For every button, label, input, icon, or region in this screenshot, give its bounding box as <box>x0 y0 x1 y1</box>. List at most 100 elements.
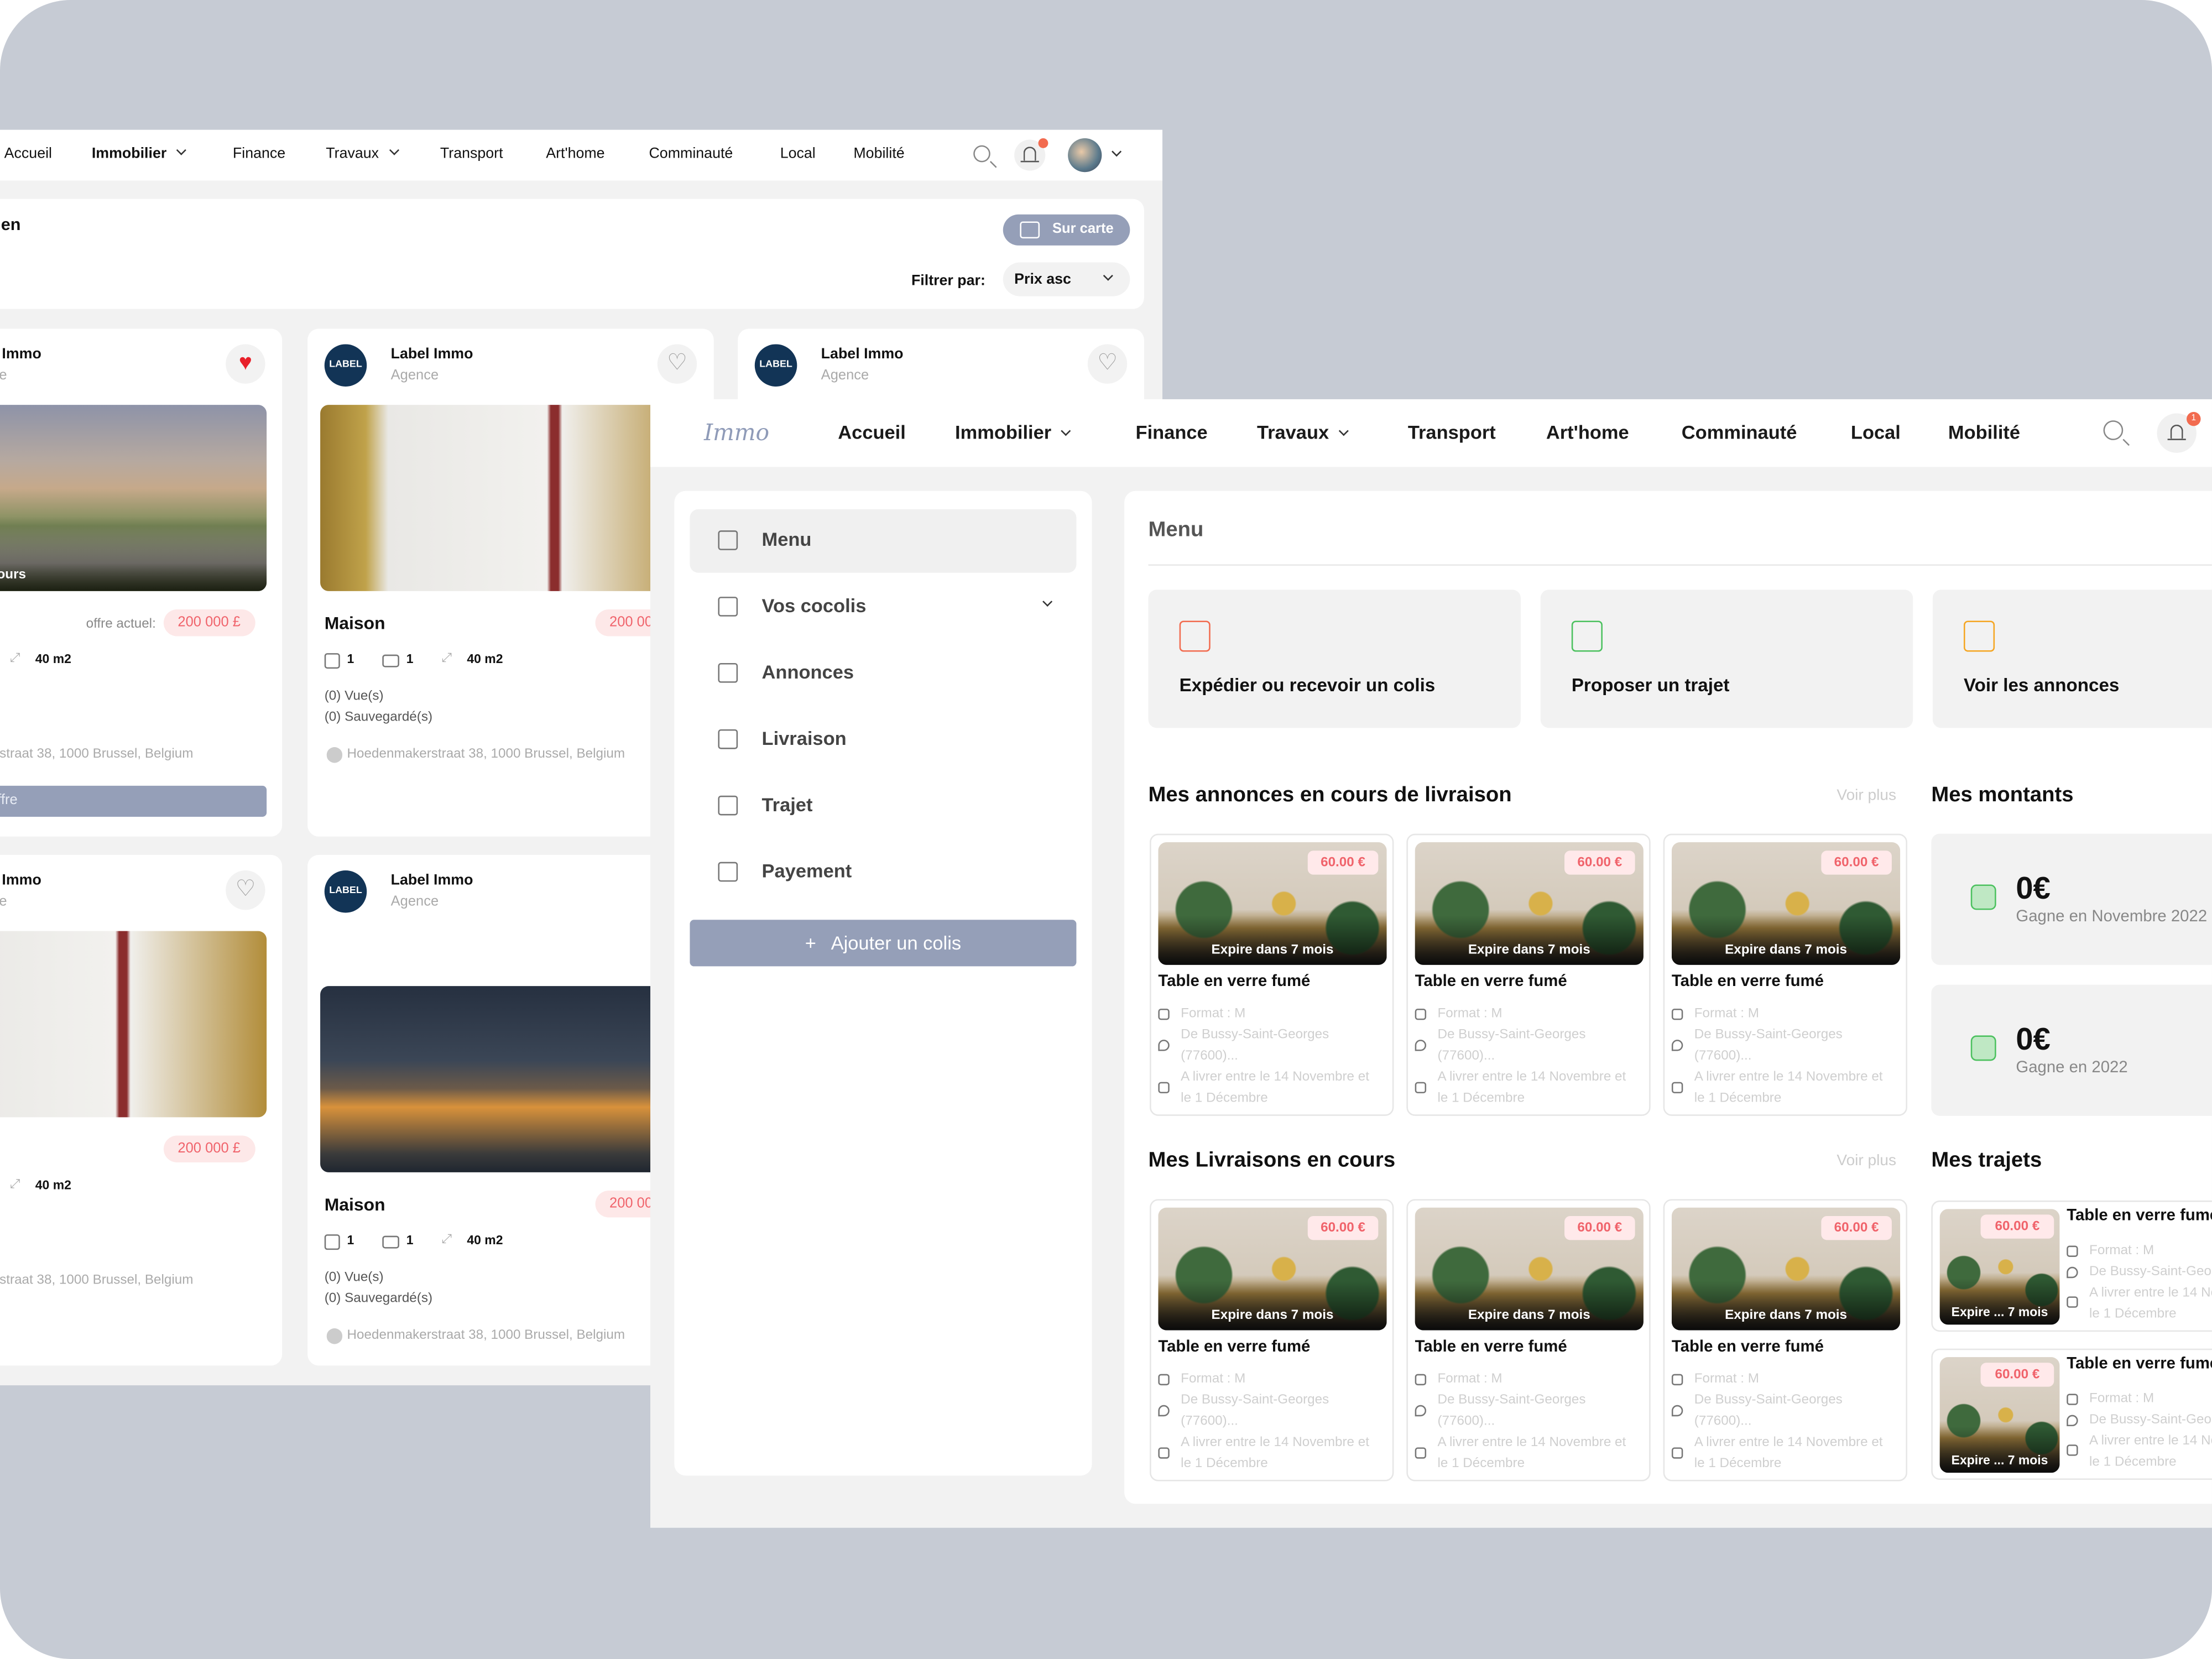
delivery-card[interactable]: 60.00 € Expire dans 7 mois Table en verre … <box>1406 833 1651 1116</box>
calendar-icon <box>1671 1447 1683 1459</box>
location-pin-icon <box>1415 1040 1427 1051</box>
expiry-label: Expire ... 7 mois <box>1951 1453 2048 1468</box>
nav-item-mobilit[interactable]: Mobilité <box>853 145 904 163</box>
trip-card[interactable]: 60.00 € Expire ... 7 mois Table en verre f… <box>1931 1200 2212 1332</box>
make-offer-button[interactable]: Faire une offre <box>0 785 267 817</box>
back-page-title: bien <box>0 214 21 234</box>
delivery-card[interactable]: 60.00 € Expire dans 7 mois Table en verre … <box>1150 1199 1394 1481</box>
add-parcel-button[interactable]: + Ajouter un colis <box>690 920 1077 967</box>
nav-item-accueil[interactable]: Accueil <box>838 422 906 443</box>
nav-item-comminaut[interactable]: Comminauté <box>1682 422 1797 443</box>
see-more-deliveries-link[interactable]: Voir plus <box>1837 1152 1896 1170</box>
delivery-card[interactable]: 60.00 € Expire dans 7 mois Table en verre … <box>1406 1199 1651 1481</box>
item-photo: 60.00 € Expire dans 7 mois <box>1671 842 1901 965</box>
nav-item-finance[interactable]: Finance <box>1136 422 1208 443</box>
sidebar-item-livraison[interactable]: Livraison <box>690 708 1076 772</box>
nav-item-comminaut[interactable]: Comminauté <box>649 145 733 163</box>
search-icon[interactable] <box>973 145 990 163</box>
nav-item-finance[interactable]: Finance <box>233 145 285 163</box>
sidebar-item-annonces[interactable]: Annonces <box>690 642 1076 706</box>
price-tag: 60.00 € <box>1821 1215 1892 1240</box>
route-icon <box>1571 620 1603 652</box>
sidebar-item-label: Livraison <box>761 728 847 749</box>
delivery-card[interactable]: 60.00 € Expire dans 7 mois Table en verre … <box>1663 833 1907 1116</box>
nav-item-accueil[interactable]: Accueil <box>4 145 52 163</box>
sidebar-item-voscocolis[interactable]: Vos cocolis <box>690 576 1076 639</box>
listing-card[interactable]: LABELLabel ImmoAgence♡200 000 £⤢40 m2(0)… <box>0 854 283 1366</box>
nav-item-arthome[interactable]: Art'home <box>1546 422 1629 443</box>
expiry-label: Expire dans 7 mois <box>1468 942 1590 958</box>
sidebar-item-trajet[interactable]: Trajet <box>690 774 1076 838</box>
front-window: Immo Accueil Immobilier Finance Travaux Tran… <box>650 399 2212 1528</box>
favorite-button[interactable]: ♡ <box>657 344 697 384</box>
price-tag: 60.00 € <box>1564 1215 1635 1240</box>
listing-title: Maison <box>324 1194 385 1215</box>
nav-item-immobilier[interactable]: Immobilier <box>92 145 187 162</box>
see-more-listings-link[interactable]: Voir plus <box>1837 787 1896 804</box>
trip-date-line2: le 1 Décembre <box>2089 1454 2177 1470</box>
price-tag: 60.00 € <box>1821 851 1892 875</box>
rooms-count: 1 <box>347 651 354 666</box>
avatar[interactable] <box>1068 138 1102 173</box>
nav-item-travaux[interactable]: Travaux <box>326 145 399 162</box>
notifications-button[interactable] <box>1014 138 1048 171</box>
sidebar: + Ajouter un colis Menu Vos cocolis Annonc… <box>674 491 1092 1476</box>
delivery-card[interactable]: 60.00 € Expire dans 7 mois Table en verre … <box>1663 1199 1907 1481</box>
package-icon <box>1415 1374 1427 1386</box>
item-origin-line1: De Bussy-Saint-Georges <box>1694 1027 1843 1043</box>
section-title-listings: Mes annonces en cours de livraison <box>1148 782 1512 807</box>
notifications-button[interactable]: 1 <box>2157 411 2201 453</box>
agency-name: Label Immo <box>821 345 904 363</box>
sidebar-item-menu[interactable]: Menu <box>690 509 1077 573</box>
favorite-button[interactable]: ♥ <box>226 344 265 384</box>
action-card-route[interactable]: Proposer un trajet <box>1540 589 1913 728</box>
location-pin-icon <box>1671 1405 1683 1417</box>
trip-date-line2: le 1 Décembre <box>2089 1306 2177 1322</box>
agency-name: Label Immo <box>0 872 41 889</box>
agency-type: Agence <box>0 894 7 910</box>
favorite-button[interactable]: ♡ <box>226 870 265 910</box>
nav-item-transport[interactable]: Transport <box>1408 422 1496 443</box>
nav-item-label: Accueil <box>838 421 906 444</box>
location-pin-icon <box>1158 1040 1170 1051</box>
item-format: Format : M <box>1437 1005 1503 1021</box>
map-view-button[interactable]: Sur carte <box>1003 214 1130 246</box>
item-title: Table en verre fumé <box>1415 1338 1567 1356</box>
app-logo[interactable]: Immo <box>704 419 769 446</box>
action-card-megaphone[interactable]: Voir les annonces <box>1932 589 2212 728</box>
nav-item-arthome[interactable]: Art'home <box>546 145 604 163</box>
nav-item-mobilit[interactable]: Mobilité <box>1948 422 2020 443</box>
sidebar-item-payement[interactable]: Payement <box>690 841 1076 904</box>
trip-card[interactable]: 60.00 € Expire ... 7 mois Table en verre f… <box>1931 1348 2212 1480</box>
nav-item-local[interactable]: Local <box>780 145 816 163</box>
action-card-package[interactable]: Expédier ou recevoir un colis <box>1148 589 1521 728</box>
megaphone-icon <box>1963 620 1995 652</box>
item-origin-line1: De Bussy-Saint-Georges <box>1694 1392 1843 1408</box>
rooms-icon <box>324 653 340 669</box>
nav-item-local[interactable]: Local <box>1851 422 1901 443</box>
listing-title: Maison <box>324 613 385 634</box>
sort-select[interactable]: Prix asc <box>1003 262 1130 296</box>
listing-card[interactable]: LABELLabel ImmoAgence♥Il reste 3 joursof… <box>0 328 283 837</box>
search-icon[interactable] <box>2103 420 2124 440</box>
notification-dot <box>1038 138 1048 148</box>
item-date-line2: le 1 Décembre <box>1181 1455 1268 1472</box>
expiry-label: Expire dans 7 mois <box>1725 942 1848 958</box>
item-origin-line1: De Bussy-Saint-Georges <box>1437 1027 1586 1043</box>
price-tag: 60.00 € <box>1980 1363 2054 1387</box>
item-origin-line2: (77600)... <box>1694 1413 1752 1430</box>
favorite-button[interactable]: ♡ <box>1087 344 1128 384</box>
filter-label: Filtrer par: <box>911 272 985 289</box>
package-icon <box>1415 1008 1427 1020</box>
nav-item-transport[interactable]: Transport <box>440 145 503 163</box>
views-count: (0) Vue(s) <box>324 688 384 704</box>
route-icon <box>718 795 738 816</box>
nav-item-travaux[interactable]: Travaux <box>1257 422 1349 443</box>
nav-item-label: Comminauté <box>1681 421 1797 444</box>
package-icon <box>1158 1374 1170 1386</box>
delivery-card[interactable]: 60.00 € Expire dans 7 mois Table en verre … <box>1150 833 1394 1116</box>
chevron-down-icon <box>176 145 187 155</box>
chevron-down-icon[interactable] <box>1112 147 1122 157</box>
nav-item-label: Accueil <box>4 145 53 163</box>
nav-item-immobilier[interactable]: Immobilier <box>955 422 1071 443</box>
